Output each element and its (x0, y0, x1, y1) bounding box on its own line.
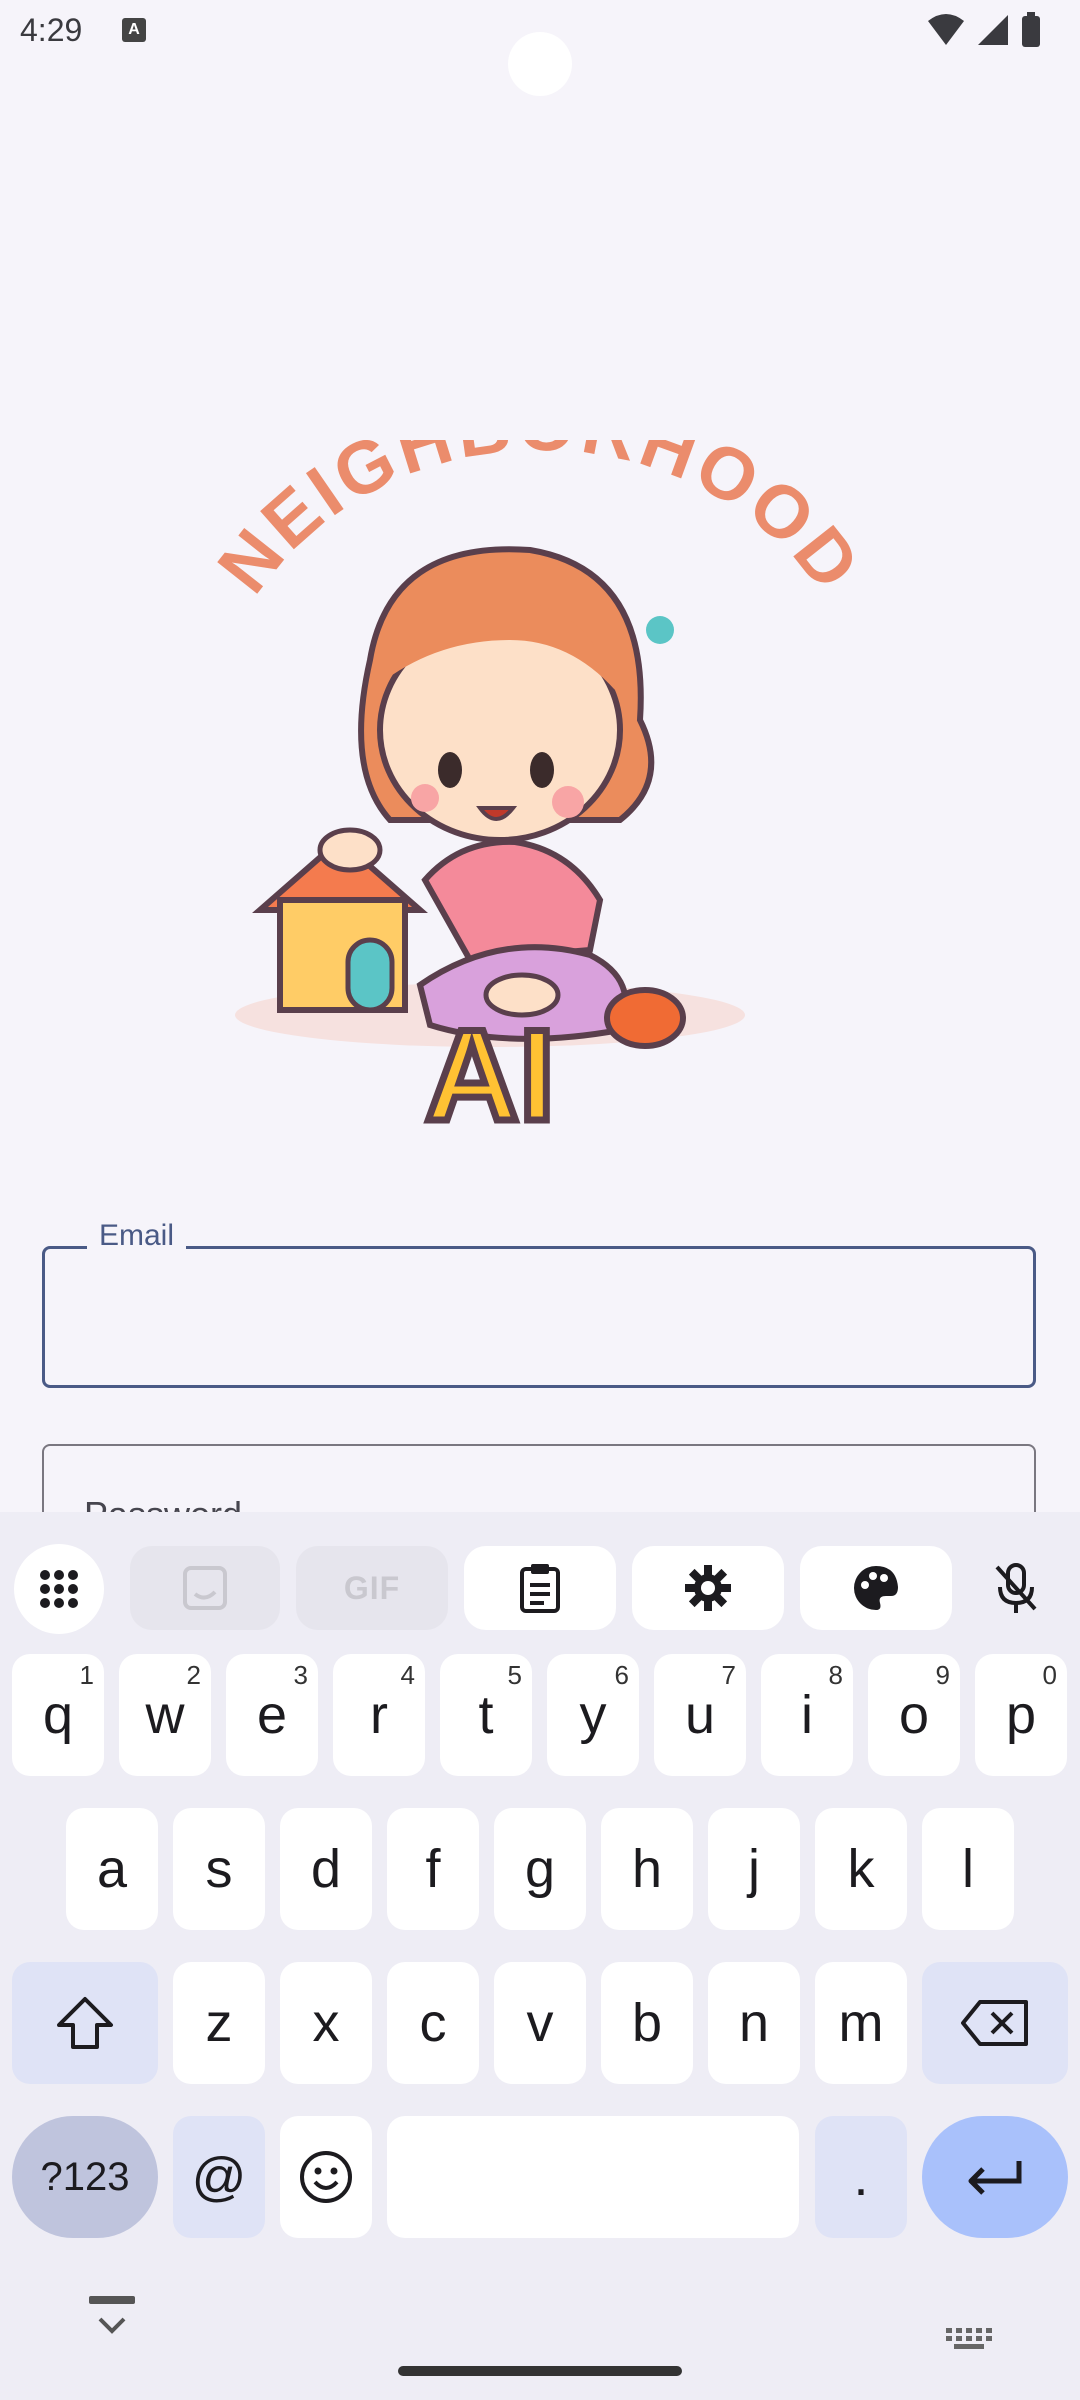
key-j[interactable]: j (708, 1808, 800, 1930)
key-f[interactable]: f (387, 1808, 479, 1930)
key-q[interactable]: q1 (12, 1654, 104, 1776)
key-s[interactable]: s (173, 1808, 265, 1930)
sticker-button[interactable] (130, 1546, 280, 1630)
voice-input-button[interactable] (966, 1546, 1066, 1630)
signal-icon (978, 15, 1008, 45)
key-r[interactable]: r4 (333, 1654, 425, 1776)
shift-key[interactable] (12, 1962, 158, 2084)
gear-icon (685, 1565, 731, 1611)
status-time: 4:29 (20, 12, 83, 48)
keyboard-switch-icon[interactable] (944, 2326, 992, 2350)
emoji-key[interactable] (280, 2116, 372, 2238)
key-l[interactable]: l (922, 1808, 1014, 1930)
sticker-icon (183, 1566, 227, 1610)
enter-arrow-icon (968, 2161, 1022, 2195)
key-d[interactable]: d (280, 1808, 372, 1930)
key-y[interactable]: y6 (547, 1654, 639, 1776)
email-field[interactable]: Email (42, 1219, 1036, 1388)
key-u[interactable]: u7 (654, 1654, 746, 1776)
key-o[interactable]: o9 (868, 1654, 960, 1776)
key-z[interactable]: z (173, 1962, 265, 2084)
at-key[interactable]: @ (173, 2116, 265, 2238)
settings-button[interactable] (632, 1546, 784, 1630)
key-n[interactable]: n (708, 1962, 800, 2084)
key-x[interactable]: x (280, 1962, 372, 2084)
clipboard-button[interactable] (464, 1546, 616, 1630)
email-label: Email (87, 1219, 187, 1253)
key-h[interactable]: h (601, 1808, 693, 1930)
handle-bar (89, 2296, 135, 2304)
emoji-icon (300, 2151, 352, 2203)
theme-button[interactable] (800, 1546, 952, 1630)
key-p[interactable]: p0 (975, 1654, 1067, 1776)
apps-grid-button[interactable] (14, 1544, 104, 1634)
gesture-nav-handle[interactable] (398, 2366, 682, 2376)
palette-icon (854, 1566, 898, 1610)
backspace-icon (961, 2000, 1028, 2046)
camera-cutout (508, 32, 572, 96)
keyboard-toolbar: GIF (0, 1530, 1080, 1634)
key-k[interactable]: k (815, 1808, 907, 1930)
key-i[interactable]: i8 (761, 1654, 853, 1776)
keyboard: GIF q1 w2 e3 r4 t5 y6 u7 i8 o9 p0 a s d … (0, 1512, 1080, 2400)
hide-keyboard-button[interactable] (84, 2296, 140, 2346)
period-key[interactable]: . (815, 2116, 907, 2238)
key-w[interactable]: w2 (119, 1654, 211, 1776)
backspace-key[interactable] (922, 1962, 1068, 2084)
shift-icon (57, 1997, 113, 2049)
space-key[interactable] (387, 2116, 799, 2238)
grid-icon (40, 1570, 78, 1608)
key-t[interactable]: t5 (440, 1654, 532, 1776)
mic-off-icon (995, 1563, 1037, 1613)
key-c[interactable]: c (387, 1962, 479, 2084)
battery-icon (1022, 12, 1040, 47)
notification-icon: A (122, 18, 146, 42)
wifi-icon (928, 14, 964, 45)
status-icons (926, 12, 1042, 48)
logo-ai-text: AI (425, 1002, 555, 1148)
symbols-key[interactable]: ?123 (12, 2116, 158, 2238)
key-g[interactable]: g (494, 1808, 586, 1930)
key-a[interactable]: a (66, 1808, 158, 1930)
key-b[interactable]: b (601, 1962, 693, 2084)
key-m[interactable]: m (815, 1962, 907, 2084)
gif-label: GIF (343, 1569, 401, 1606)
enter-key[interactable] (922, 2116, 1068, 2238)
key-e[interactable]: e3 (226, 1654, 318, 1776)
clipboard-icon (520, 1564, 560, 1613)
neighborhood-ai-logo: NEIGHBORHOOD AI (202, 440, 875, 1152)
key-v[interactable]: v (494, 1962, 586, 2084)
gif-button[interactable]: GIF (296, 1546, 448, 1630)
chevron-down-icon (98, 2317, 126, 2334)
